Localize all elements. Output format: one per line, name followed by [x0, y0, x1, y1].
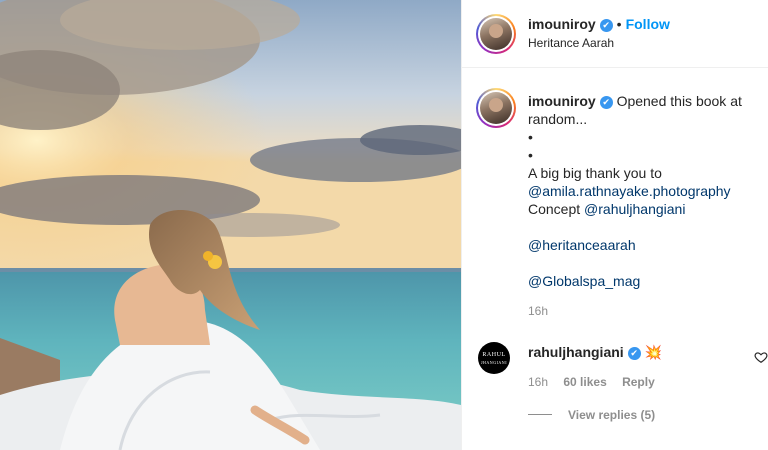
separator-dot: • [616, 16, 622, 32]
mention-resort[interactable]: @heritanceaarah [528, 236, 758, 254]
commenter-avatar[interactable]: RAHUL JHANGIANI [478, 342, 510, 374]
avatar-photo [480, 92, 512, 124]
replies-divider [528, 414, 552, 415]
verified-badge-icon: ✔ [599, 19, 613, 32]
caption-author-avatar[interactable] [476, 88, 516, 128]
comment-timestamp[interactable]: 16h [528, 375, 548, 389]
author-username[interactable]: imouniroy [528, 16, 596, 32]
heart-outline-icon[interactable] [754, 350, 768, 364]
commenter-username[interactable]: rahuljhangiani [528, 344, 624, 360]
caption-timestamp[interactable]: 16h [528, 302, 758, 320]
mention-concept[interactable]: @rahuljhangiani [584, 201, 685, 217]
caption-bullet: • [528, 129, 533, 145]
caption-bullet: • [528, 147, 533, 163]
verified-badge-icon: ✔ [627, 347, 641, 360]
caption-username[interactable]: imouniroy [528, 93, 596, 109]
avatar-text: JHANGIANI [480, 360, 508, 365]
post-image [0, 0, 461, 450]
avatar-text: RAHUL [482, 352, 506, 358]
mention-photographer[interactable]: @amila.rathnayake.photography [528, 182, 758, 200]
comment-likes[interactable]: 60 likes [563, 375, 606, 389]
post-location[interactable]: Heritance Aarah [528, 36, 614, 50]
caption-thanks: A big big thank you to [528, 165, 662, 181]
caption-text: imouniroy ✔ Opened this book at random...… [528, 92, 758, 320]
post-side-panel: imouniroy ✔ • Follow Heritance Aarah imouni… [461, 0, 768, 450]
view-replies-label: View replies (5) [568, 408, 656, 422]
view-replies-button[interactable]: View replies (5) [528, 408, 655, 422]
reply-button[interactable]: Reply [622, 375, 655, 389]
comment-text: 💥 [644, 344, 663, 360]
post-header: imouniroy ✔ • Follow Heritance Aarah [462, 0, 768, 68]
author-avatar[interactable] [476, 14, 516, 54]
mention-spa[interactable]: @Globalspa_mag [528, 272, 758, 290]
avatar-photo [480, 18, 512, 50]
post-photo[interactable] [0, 0, 461, 450]
follow-button[interactable]: Follow [626, 16, 670, 32]
verified-badge-icon: ✔ [599, 96, 613, 109]
concept-label: Concept [528, 201, 581, 217]
